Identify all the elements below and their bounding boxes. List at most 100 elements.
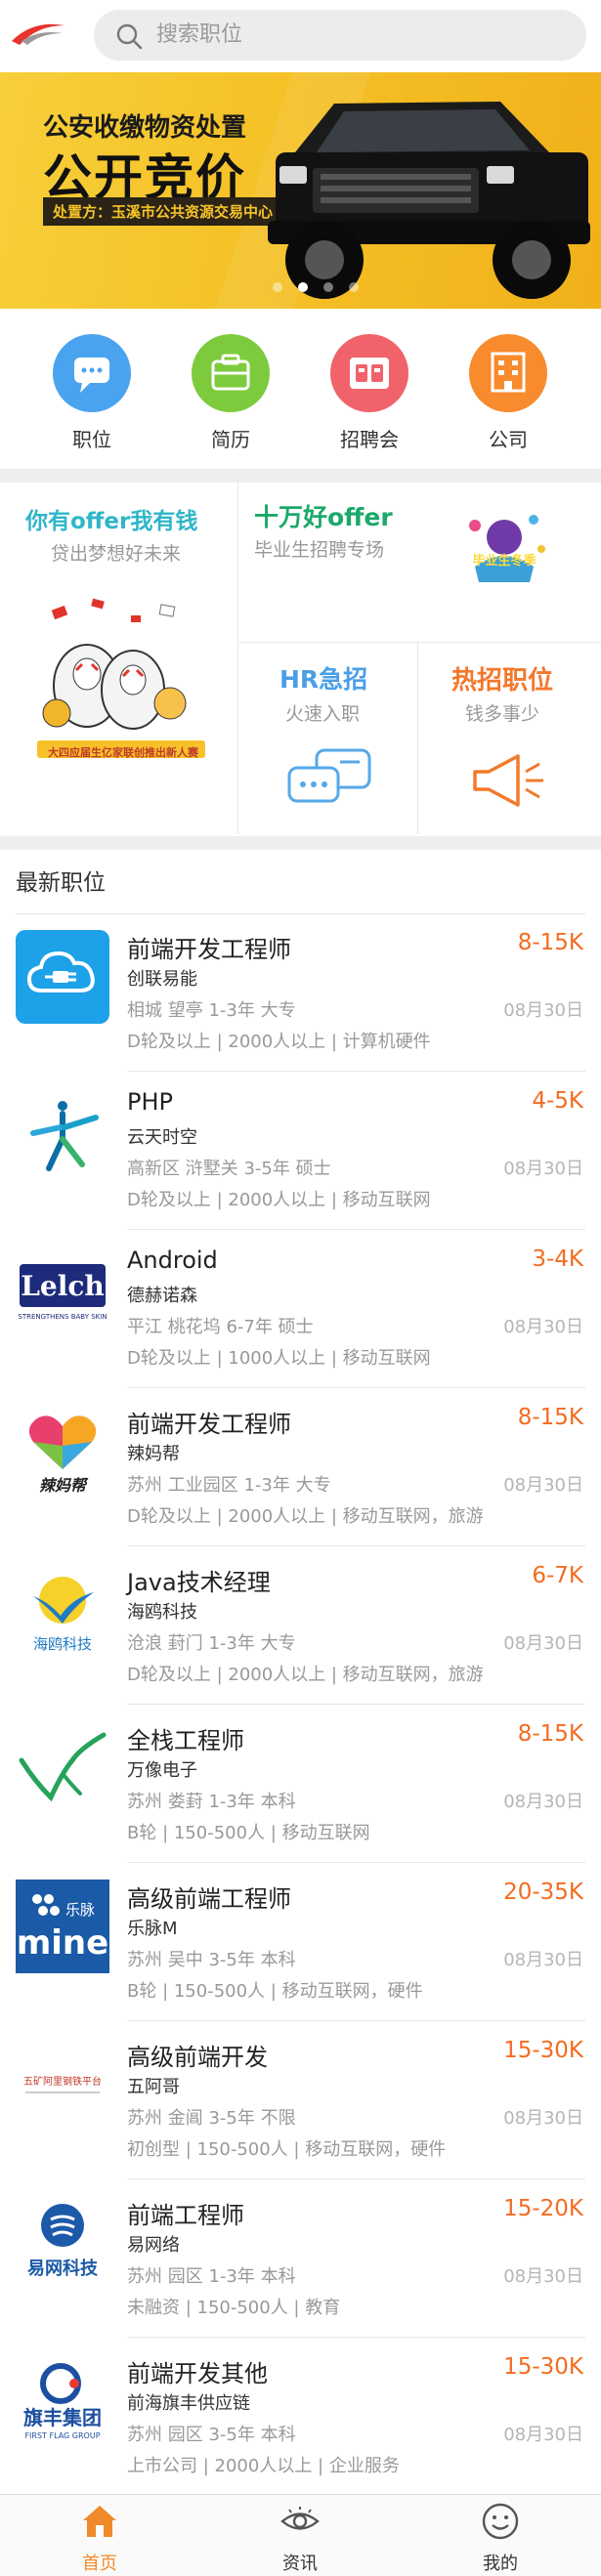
company-tags: B轮 | 150-500人 | 移动互联网，硬件	[127, 1981, 423, 2002]
divider	[127, 1071, 585, 1072]
job-meta: 相城 望亭 1-3年 大专	[127, 1000, 296, 1021]
quick-nav-label: 简历	[211, 428, 250, 451]
tab-label: 首页	[82, 2554, 117, 2574]
company-name: 万像电子	[127, 1760, 197, 1781]
promo-card-hr[interactable]: HR急招 火速入职	[238, 643, 417, 834]
tab-news[interactable]: 资讯	[241, 2501, 359, 2575]
post-date: 08月30日	[503, 2108, 583, 2129]
job-title: 全栈工程师	[127, 1727, 244, 1754]
divider	[127, 1545, 585, 1546]
company-name: 德赫诺森	[127, 1286, 197, 1306]
tab-mine[interactable]: 我的	[442, 2501, 559, 2575]
promo-banner[interactable]: 公安收缴物资处置 公开竞价 处置方：玉溪市公共资源交易中心	[0, 72, 601, 309]
job-salary: 4-5K	[532, 1088, 583, 1114]
smiley-icon	[482, 2503, 519, 2540]
job-row[interactable]: 辣妈帮 前端开发工程师 8-15K 辣妈帮 苏州 工业园区 1-3年 大专 08月30日 D…	[0, 1389, 601, 1547]
banner-dot[interactable]	[272, 282, 282, 292]
banner-line3: 处置方：玉溪市公共资源交易中心	[43, 197, 283, 226]
company-tags: 上市公司 | 2000人以上 | 企业服务	[127, 2456, 400, 2476]
quick-nav-label: 职位	[72, 428, 111, 451]
company-name: 五阿哥	[127, 2077, 180, 2097]
quick-nav-company[interactable]: 公司	[450, 334, 567, 461]
job-row[interactable]: 乐脉 mine 高级前端工程师 20-35K 乐脉M 苏州 吴中 3-5年 本科 08月30…	[0, 1864, 601, 2022]
svg-text:FIRST FLAG GROUP: FIRST FLAG GROUP	[24, 2431, 100, 2440]
chat-bubble-icon	[53, 334, 131, 412]
search-icon	[116, 23, 143, 50]
cloud-plug-logo	[16, 930, 109, 1024]
banner-pagination[interactable]	[0, 282, 601, 292]
job-row[interactable]: 易网科技 前端工程师 15-20K 易网络 苏州 园区 1-3年 本科 08月30日 未融资…	[0, 2180, 601, 2339]
job-salary: 8-15K	[517, 1721, 583, 1747]
post-date: 08月30日	[503, 1159, 583, 1179]
job-meta: 苏州 工业园区 1-3年 大专	[127, 1475, 331, 1496]
company-name: 前海旗丰供应链	[127, 2393, 250, 2414]
job-meta: 高新区 浒墅关 3-5年 硕士	[127, 1159, 331, 1179]
qifeng-logo: 旗丰集团 FIRST FLAG GROUP	[16, 2354, 109, 2448]
post-date: 08月30日	[503, 1475, 583, 1496]
header: 搜索职位	[0, 0, 601, 72]
promo-offer-sub: 贷出梦想好未来	[51, 543, 182, 565]
job-title: Java技术经理	[127, 1569, 271, 1596]
search-bar[interactable]: 搜索职位	[94, 10, 586, 61]
job-row[interactable]: 旗丰集团 FIRST FLAG GROUP 前端开发其他 15-30K 前海旗丰供应链苏…	[0, 2339, 601, 2497]
job-title: 高级前端开发	[127, 2044, 268, 2071]
divider	[127, 2337, 585, 2338]
graduates-caption: 大四应届生亿家联创推出新人赛	[48, 746, 198, 759]
post-date: 08月30日	[503, 1000, 583, 1021]
job-row[interactable]: Lelch STRENGTHENS BABY SKIN Android 3-4K 德赫诺…	[0, 1231, 601, 1389]
post-date: 08月30日	[503, 2425, 583, 2445]
quick-nav-jobs[interactable]: 职位	[33, 334, 150, 461]
app-logo[interactable]	[8, 12, 68, 59]
job-title: 前端工程师	[127, 2202, 244, 2229]
divider	[127, 1704, 585, 1705]
mine-logo: 乐脉 mine	[16, 1879, 109, 1973]
job-salary: 6-7K	[532, 1563, 583, 1588]
section-divider	[0, 469, 601, 483]
divider	[127, 1387, 585, 1388]
banner-dot[interactable]	[348, 282, 359, 292]
megaphone-icon	[473, 754, 543, 807]
company-tags: D轮及以上 | 1000人以上 | 移动互联网	[127, 1348, 431, 1369]
company-tags: 初创型 | 150-500人 | 移动互联网，硬件	[127, 2139, 447, 2160]
post-date: 08月30日	[503, 1633, 583, 1654]
job-salary: 15-30K	[503, 2354, 583, 2380]
tab-home[interactable]: 首页	[41, 2501, 158, 2575]
company-tags: D轮及以上 | 2000人以上 | 移动互联网，旅游	[127, 1506, 484, 1527]
bottom-tab-bar: 首页 资讯 我的	[0, 2494, 601, 2576]
tab-label: 我的	[483, 2554, 518, 2574]
promo-card-graduate[interactable]: 十万好offer 毕业生招聘专场 毕业生冬季	[238, 483, 601, 642]
company-tags: B轮 | 150-500人 | 移动互联网	[127, 1823, 370, 1843]
company-tags: D轮及以上 | 2000人以上 | 移动互联网	[127, 1190, 431, 1210]
divider	[127, 2178, 585, 2179]
job-title: PHP	[127, 1088, 173, 1116]
job-row[interactable]: 海鸥科技 Java技术经理 6-7K 海鸥科技 沧浪 葑门 1-3年 大专 08月30日 D…	[0, 1547, 601, 1706]
svg-text:乐脉: 乐脉	[65, 1901, 95, 1919]
company-name: 创联易能	[127, 969, 197, 990]
quick-nav-resume[interactable]: 简历	[172, 334, 289, 461]
job-row[interactable]: 五矿阿里钢铁平台 高级前端开发 15-30K 五阿哥 苏州 金阊 3-5年 不限 08月3…	[0, 2022, 601, 2180]
quick-nav-label: 招聘会	[340, 428, 399, 451]
section-title-latest-jobs: 最新职位	[16, 870, 106, 896]
svg-text:STRENGTHENS BABY SKIN: STRENGTHENS BABY SKIN	[18, 1313, 107, 1321]
quick-nav: 职位 简历 招聘会 公司	[0, 309, 601, 469]
job-title: 高级前端工程师	[127, 1885, 291, 1913]
job-row[interactable]: PHP 4-5K 云天时空高新区 浒墅关 3-5年 硕士 08月30日 D轮及以上 | …	[0, 1073, 601, 1231]
divider	[127, 1229, 585, 1230]
job-meta: 苏州 吴中 3-5年 本科	[127, 1950, 296, 1970]
promo-hot-sub: 钱多事少	[465, 703, 540, 725]
job-meta: 沧浪 葑门 1-3年 大专	[127, 1633, 296, 1654]
tab-label: 资讯	[282, 2554, 318, 2574]
promo-card-hot[interactable]: 热招职位 钱多事少	[418, 643, 601, 834]
quick-nav-jobfair[interactable]: 招聘会	[311, 334, 428, 461]
promo-hr-sub: 火速入职	[285, 703, 361, 725]
job-row[interactable]: 前端开发工程师 8-15K 创联易能 相城 望亭 1-3年 大专 08月30日 D轮及以上…	[0, 914, 601, 1073]
job-row[interactable]: 全栈工程师 8-15K 万像电子 苏州 娄葑 1-3年 本科 08月30日 B轮 | 15…	[0, 1706, 601, 1864]
promo-card-offer[interactable]: 你有offer我有钱 贷出梦想好未来 大四应届生亿家联创推出新人赛	[0, 483, 237, 834]
heart-logo: 辣妈帮	[16, 1405, 109, 1499]
svg-text:旗丰集团: 旗丰集团	[23, 2406, 102, 2429]
job-meta: 苏州 园区 3-5年 本科	[127, 2425, 296, 2445]
graduate-badge-image: 毕业生冬季	[469, 515, 545, 582]
banner-dot[interactable]	[322, 282, 333, 292]
company-name: 云天时空	[127, 1127, 197, 1148]
banner-dot-active[interactable]	[297, 282, 308, 292]
